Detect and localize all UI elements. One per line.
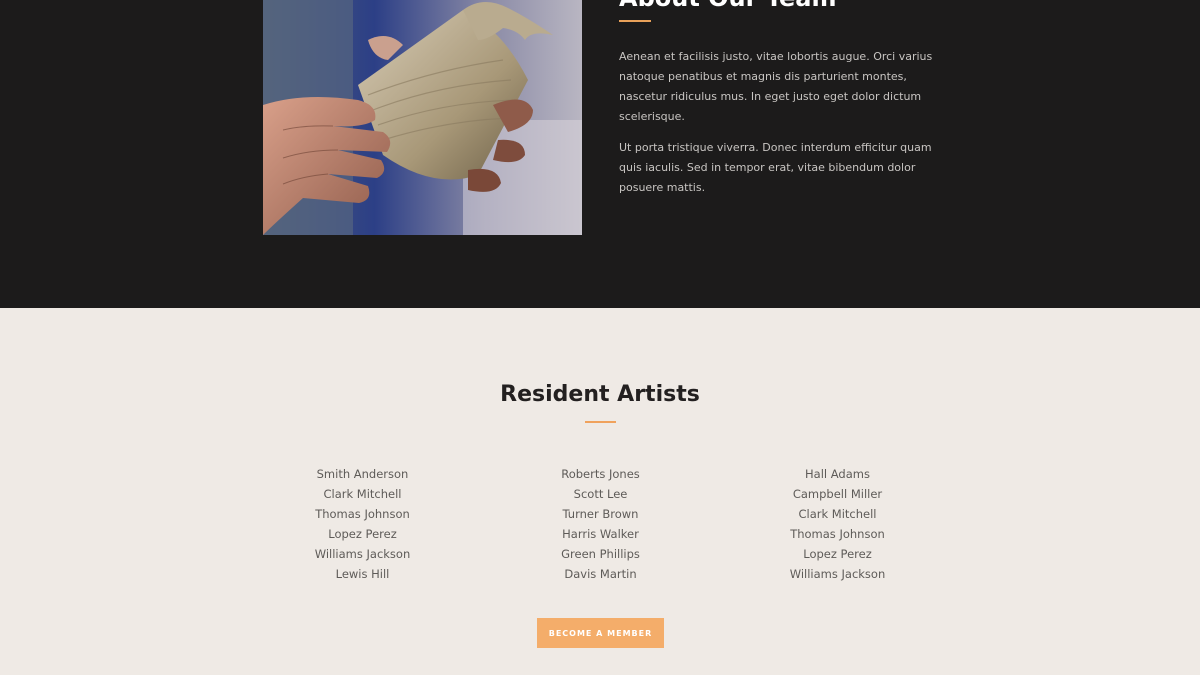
pottery-hands-illustration [263, 0, 582, 235]
artist-name: Davis Martin [564, 567, 637, 581]
about-heading-divider [619, 20, 651, 22]
artists-column-1: Smith Anderson Clark Mitchell Thomas Joh… [244, 464, 481, 584]
artist-name: Campbell Miller [792, 487, 883, 501]
artist-name: Thomas Johnson [790, 527, 885, 541]
about-section: About Our Team Aenean et facilisis justo… [0, 0, 1200, 308]
artists-title: Resident Artists [500, 382, 700, 407]
artist-name: Lopez Perez [803, 547, 872, 561]
pottery-photo [263, 0, 582, 235]
artist-name: Clark Mitchell [323, 487, 402, 501]
artist-name: Turner Brown [562, 507, 639, 521]
artist-name: Williams Jackson [314, 547, 411, 561]
become-member-button[interactable]: Become a Member [537, 618, 664, 648]
resident-artists-section: Resident Artists Smith Anderson Clark Mi… [0, 308, 1200, 675]
artists-title-divider [585, 421, 616, 423]
artist-name: Scott Lee [573, 487, 628, 501]
artists-column-2: Roberts Jones Scott Lee Turner Brown Har… [482, 464, 719, 584]
about-paragraph-2: Ut porta tristique viverra. Donec interd… [619, 141, 932, 194]
artist-name: Lopez Perez [328, 527, 397, 541]
artist-name: Thomas Johnson [315, 507, 410, 521]
artist-name: Smith Anderson [316, 467, 409, 481]
artist-name: Lewis Hill [335, 567, 390, 581]
artist-name: Williams Jackson [789, 567, 886, 581]
artist-name: Roberts Jones [561, 467, 640, 481]
artist-name: Hall Adams [805, 467, 870, 481]
about-heading: About Our Team [619, 0, 1019, 10]
about-paragraph-1: Aenean et facilisis justo, vitae loborti… [619, 50, 933, 123]
artist-name: Harris Walker [562, 527, 639, 541]
artists-column-3: Hall Adams Campbell Miller Clark Mitchel… [719, 464, 956, 584]
artist-name: Green Phillips [561, 547, 640, 561]
artist-name: Clark Mitchell [798, 507, 877, 521]
